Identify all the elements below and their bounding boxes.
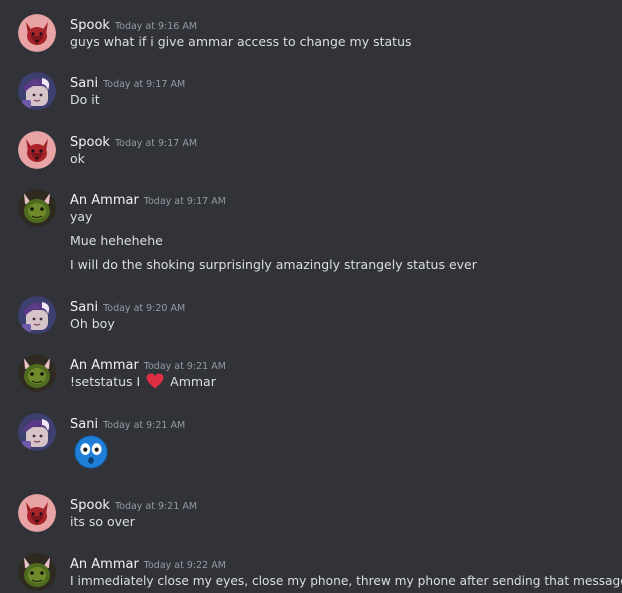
message-header: Spook Today at 9:17 AM — [70, 131, 197, 151]
timestamp: Today at 9:21 AM — [114, 501, 198, 512]
timestamp: Today at 9:17 AM — [143, 196, 226, 207]
message-header: Sani Today at 9:17 AM — [70, 72, 185, 92]
status-name-text: Ammar — [170, 374, 216, 389]
timestamp: Today at 9:20 AM — [103, 303, 186, 314]
message-text: Oh boy — [70, 316, 115, 331]
message-text: !setstatus I Ammar — [70, 372, 216, 392]
user-avatar[interactable] — [18, 553, 56, 591]
user-avatar[interactable] — [18, 72, 56, 110]
red-heart-emoji-icon — [146, 373, 164, 389]
username[interactable]: Sani — [70, 76, 98, 91]
message-header: An Ammar Today at 9:21 AM — [70, 354, 226, 374]
timestamp: Today at 9:22 AM — [143, 560, 226, 571]
message-text: guys what if i give ammar access to chan… — [70, 34, 412, 49]
status-command-text: !setstatus I — [70, 374, 141, 389]
timestamp: Today at 9:17 AM — [103, 79, 186, 90]
purple-hat-avatar-icon — [18, 296, 56, 334]
message-text: I will do the shoking surprisingly amazi… — [70, 257, 477, 272]
user-avatar[interactable] — [18, 296, 56, 334]
red-fox-avatar-icon — [18, 494, 56, 532]
timestamp: Today at 9:21 AM — [103, 420, 186, 431]
user-avatar[interactable] — [18, 354, 56, 392]
username[interactable]: Spook — [70, 498, 110, 513]
message-text: ok — [70, 151, 85, 166]
message-text: Mue hehehehe — [70, 233, 163, 248]
timestamp: Today at 9:16 AM — [114, 21, 198, 32]
username[interactable]: Sani — [70, 417, 98, 432]
username[interactable]: An Ammar — [70, 557, 139, 572]
username[interactable]: Spook — [70, 135, 110, 150]
user-avatar[interactable] — [18, 131, 56, 169]
green-cat-avatar-icon — [18, 553, 56, 591]
message-header: Spook Today at 9:21 AM — [70, 494, 197, 514]
message-header: An Ammar Today at 9:17 AM — [70, 189, 226, 209]
chat-message-list: Spook Today at 9:16 AM guys what if i giv… — [0, 0, 622, 593]
message-text: I immediately close my eyes, close my ph… — [70, 574, 622, 588]
message-header: An Ammar Today at 9:22 AM — [70, 553, 226, 573]
timestamp: Today at 9:21 AM — [143, 361, 226, 372]
message-header: Sani Today at 9:21 AM — [70, 413, 185, 433]
username[interactable]: An Ammar — [70, 193, 139, 208]
user-avatar[interactable] — [18, 413, 56, 451]
username[interactable]: An Ammar — [70, 358, 139, 373]
timestamp: Today at 9:17 AM — [114, 138, 198, 149]
green-cat-avatar-icon — [18, 354, 56, 392]
username[interactable]: Spook — [70, 18, 110, 33]
purple-hat-avatar-icon — [18, 72, 56, 110]
green-cat-avatar-icon — [18, 189, 56, 227]
user-avatar[interactable] — [18, 189, 56, 227]
message-text: its so over — [70, 514, 135, 529]
red-fox-avatar-icon — [18, 131, 56, 169]
message-header: Spook Today at 9:16 AM — [70, 14, 197, 34]
message-header: Sani Today at 9:20 AM — [70, 296, 185, 316]
message-text: yay — [70, 209, 93, 224]
user-avatar[interactable] — [18, 494, 56, 532]
message-text: Do it — [70, 92, 100, 107]
purple-hat-avatar-icon — [18, 413, 56, 451]
red-fox-avatar-icon — [18, 14, 56, 52]
user-avatar[interactable] — [18, 14, 56, 52]
flushed-face-emoji-icon — [74, 435, 108, 469]
username[interactable]: Sani — [70, 300, 98, 315]
